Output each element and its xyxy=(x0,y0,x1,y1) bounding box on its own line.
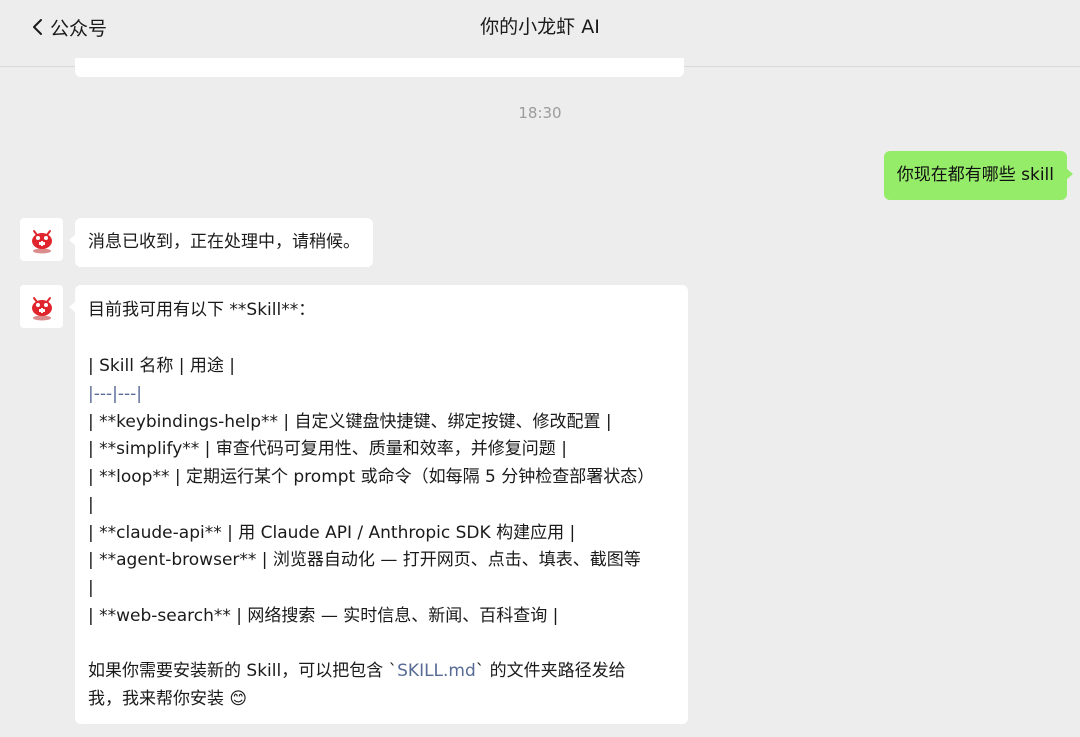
skill-row-keybindings: | **keybindings-help** | 自定义键盘快捷键、绑定按键、修… xyxy=(88,412,612,432)
bot-avatar[interactable] xyxy=(20,285,63,328)
bot-message-text: 消息已收到，正在处理中，请稍候。 xyxy=(88,232,360,252)
user-message-bubble[interactable]: 你现在都有哪些 skill xyxy=(883,151,1074,200)
skill-row-loop: | **loop** | 定期运行某个 prompt 或命令（如每隔 5 分钟检… xyxy=(88,467,655,487)
bot-skill-list-bubble[interactable]: 目前我可用有以下 **Skill**： | Skill 名称 | 用途 | |-… xyxy=(69,285,688,724)
skill-row-agent-browser: | **agent-browser** | 浏览器自动化 — 打开网页、点击、填… xyxy=(88,550,641,570)
user-message-text: 你现在都有哪些 skill xyxy=(896,165,1054,185)
skill-row-simplify: | **simplify** | 审查代码可复用性、质量和效率，并修复问题 | xyxy=(88,439,567,459)
chat-header: 公众号 你的小龙虾 AI xyxy=(0,0,1080,67)
bot-message-bubble[interactable]: 消息已收到，正在处理中，请稍候。 xyxy=(69,218,373,267)
message-timestamp: 18:30 xyxy=(518,104,562,122)
bot-avatar[interactable] xyxy=(20,218,63,261)
table-separator-line: |---|---| xyxy=(88,384,142,404)
footer-text-post: ` 的文件夹路径发给 xyxy=(475,661,626,681)
lobster-robot-avatar-icon xyxy=(31,296,52,320)
skill-row-web-search: | **web-search** | 网络搜索 — 实时信息、新闻、百科查询 | xyxy=(88,606,559,626)
skill-row-agent-browser-end: | xyxy=(88,578,94,598)
lobster-robot-avatar-icon xyxy=(31,229,52,253)
skill-row-loop-end: | xyxy=(88,495,94,515)
skill-row-claude-api: | **claude-api** | 用 Claude API / Anthro… xyxy=(88,523,576,543)
skill-intro-line: 目前我可用有以下 **Skill**： xyxy=(88,300,316,320)
skill-md-link[interactable]: SKILL.md xyxy=(397,661,476,681)
previous-message-bubble xyxy=(75,58,684,77)
footer-line-2: 我，我来帮你安装 😊 xyxy=(88,689,248,709)
chat-title: 你的小龙虾 AI xyxy=(480,16,600,38)
table-header-line: | Skill 名称 | 用途 | xyxy=(88,356,236,376)
footer-text-pre: 如果你需要安装新的 Skill，可以把包含 ` xyxy=(88,661,398,681)
footer-line-1: 如果你需要安装新的 Skill，可以把包含 `SKILL.md` 的文件夹路径发… xyxy=(88,659,626,683)
